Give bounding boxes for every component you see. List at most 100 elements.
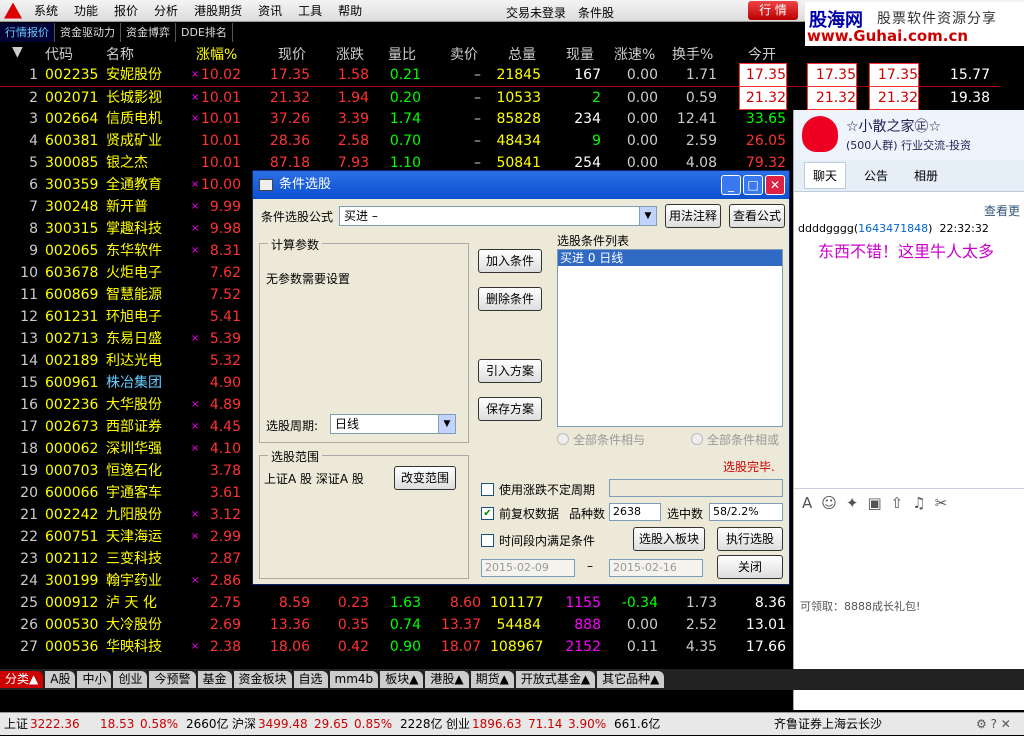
- to-block-button[interactable]: 选股入板块: [633, 527, 705, 551]
- cell-pct: 9.98: [209, 221, 241, 237]
- tab-dde-rank[interactable]: DDE排名: [176, 23, 233, 42]
- minimize-icon[interactable]: _: [721, 175, 741, 195]
- close-button[interactable]: 关闭: [717, 555, 783, 579]
- save-plan-button[interactable]: 保存方案: [478, 397, 542, 421]
- category-tab[interactable]: 板块▲: [380, 671, 424, 688]
- sh-value: 3222.36: [30, 717, 80, 731]
- tab-album[interactable]: 相册: [906, 163, 946, 188]
- menu-hk-futures[interactable]: 港股期货: [186, 2, 250, 19]
- col-vol[interactable]: 总量: [508, 44, 536, 64]
- delete-condition-button[interactable]: 删除条件: [478, 287, 542, 311]
- col-sell[interactable]: 卖价: [450, 44, 478, 64]
- sort-arrow-icon[interactable]: ▼: [12, 44, 23, 60]
- category-tab[interactable]: mm4b: [329, 671, 379, 688]
- condition-stock-link[interactable]: 条件股: [578, 6, 614, 20]
- category-tab[interactable]: 港股▲: [425, 671, 469, 688]
- menu-tools[interactable]: 工具: [290, 2, 330, 19]
- col-pct[interactable]: 涨幅%: [196, 44, 237, 64]
- music-icon[interactable]: ♫: [912, 494, 934, 512]
- menu-news[interactable]: 资讯: [250, 2, 290, 19]
- image-icon[interactable]: ▣: [867, 494, 890, 512]
- import-plan-button[interactable]: 引入方案: [478, 359, 542, 383]
- upload-icon[interactable]: ⇧: [891, 494, 913, 512]
- change-scope-button[interactable]: 改变范围: [394, 466, 456, 490]
- col-spd[interactable]: 涨速%: [614, 44, 655, 64]
- tab-notice[interactable]: 公告: [856, 163, 896, 188]
- menu-system[interactable]: 系统: [26, 2, 66, 19]
- sender-id-link[interactable]: 1643471848: [858, 222, 928, 235]
- category-tab[interactable]: 中小: [77, 671, 112, 688]
- cell-vr: 0.70: [389, 133, 421, 149]
- menu-help[interactable]: 帮助: [330, 2, 370, 19]
- view-formula-button[interactable]: 查看公式: [729, 204, 785, 228]
- period-select[interactable]: 日线 ▼: [330, 414, 456, 434]
- tab-capital-game[interactable]: 资金博弈: [121, 23, 176, 42]
- magic-icon[interactable]: ✦: [846, 494, 868, 512]
- group-name[interactable]: ☆小散之家㊣☆: [846, 116, 941, 136]
- category-tab[interactable]: 分类▲: [0, 671, 44, 688]
- cell-pct: 10.01: [200, 111, 241, 127]
- col-price[interactable]: 现价: [278, 44, 306, 64]
- and-label: 全部条件相与: [573, 433, 646, 447]
- date-to-field[interactable]: 2015-02-16: [609, 559, 703, 577]
- col-vr[interactable]: 量比: [388, 44, 416, 64]
- menu-analysis[interactable]: 分析: [146, 2, 186, 19]
- cell-price: 13.36: [269, 617, 310, 633]
- font-icon[interactable]: A: [802, 494, 821, 512]
- table-row[interactable]: 2 002071 长城影视 × 10.01 21.32 1.94 0.20–10533 2 0.0…: [0, 86, 1000, 110]
- run-select-button[interactable]: 执行选股: [717, 527, 783, 551]
- cell-name: 翰宇药业: [106, 573, 162, 589]
- quote-button[interactable]: 行 情: [748, 1, 798, 20]
- or-radio[interactable]: [691, 433, 703, 445]
- tab-chat[interactable]: 聊天: [804, 162, 847, 189]
- category-tab[interactable]: 基金: [197, 671, 232, 688]
- col-open[interactable]: 今开: [748, 44, 776, 64]
- tab-quotes[interactable]: 行情报价: [0, 23, 55, 42]
- menu-quote[interactable]: 报价: [106, 2, 146, 19]
- col-chg[interactable]: 涨跌: [336, 44, 364, 64]
- cell-code: 002242: [45, 507, 99, 523]
- adjust-checkbox[interactable]: ✔: [481, 507, 494, 520]
- and-radio[interactable]: [557, 433, 569, 445]
- category-tab[interactable]: 其它品种▲: [597, 671, 665, 688]
- emoji-icon[interactable]: ☺: [821, 494, 846, 512]
- login-status[interactable]: 交易未登录: [506, 6, 566, 20]
- close-icon[interactable]: ✕: [765, 175, 785, 195]
- category-tab[interactable]: 今预警: [149, 671, 196, 688]
- scissors-icon[interactable]: ✂: [935, 494, 957, 512]
- table-row[interactable]: 1 002235 安妮股份 × 10.02 17.35 1.58 0.21–21845 167 0…: [0, 63, 1000, 87]
- date-from-field[interactable]: 2015-02-09: [481, 559, 575, 577]
- category-tab[interactable]: 开放式基金▲: [515, 671, 596, 688]
- cell-spd: 0.00: [626, 90, 658, 106]
- col-name[interactable]: 名称: [106, 44, 134, 64]
- cell-spd: 0.00: [626, 133, 658, 149]
- menu-function[interactable]: 功能: [66, 2, 106, 19]
- usage-button[interactable]: 用法注释: [665, 204, 721, 228]
- view-more-link[interactable]: 查看更: [984, 202, 1020, 219]
- cell-name: 东华软件: [106, 243, 162, 259]
- formula-select[interactable]: 买进 – ▼: [339, 206, 657, 226]
- watermark-tagline: 股票软件资源分享: [877, 11, 997, 27]
- maximize-icon[interactable]: □: [743, 175, 763, 195]
- add-condition-button[interactable]: 加入条件: [478, 249, 542, 273]
- chevron-down-icon[interactable]: ▼: [639, 207, 656, 225]
- category-tab[interactable]: 创业: [113, 671, 148, 688]
- gift-notice[interactable]: 可领取：8888成长礼包!: [800, 598, 920, 614]
- col-code[interactable]: 代码: [45, 44, 73, 64]
- col-turn[interactable]: 换手%: [672, 44, 713, 64]
- condition-list[interactable]: 买进 0 日线: [557, 249, 783, 427]
- category-tab[interactable]: 期货▲: [470, 671, 514, 688]
- category-tab[interactable]: 资金板块: [233, 671, 292, 688]
- unfixed-period-checkbox[interactable]: [481, 483, 494, 496]
- cell-pct: 3.61: [209, 485, 241, 501]
- category-tab[interactable]: A股: [45, 671, 76, 688]
- time-cond-checkbox[interactable]: [481, 534, 494, 547]
- tab-capital-drive[interactable]: 资金驱动力: [55, 23, 121, 42]
- col-now[interactable]: 现量: [566, 44, 594, 64]
- date-from-value: 2015-02-09: [485, 561, 549, 574]
- chevron-down-icon[interactable]: ▼: [438, 415, 455, 433]
- category-tab[interactable]: 自选: [293, 671, 328, 688]
- list-item[interactable]: 买进 0 日线: [558, 250, 782, 266]
- status-icons[interactable]: ⚙ ? ✕: [976, 713, 1011, 736]
- cell-chg: 1.94: [337, 90, 369, 106]
